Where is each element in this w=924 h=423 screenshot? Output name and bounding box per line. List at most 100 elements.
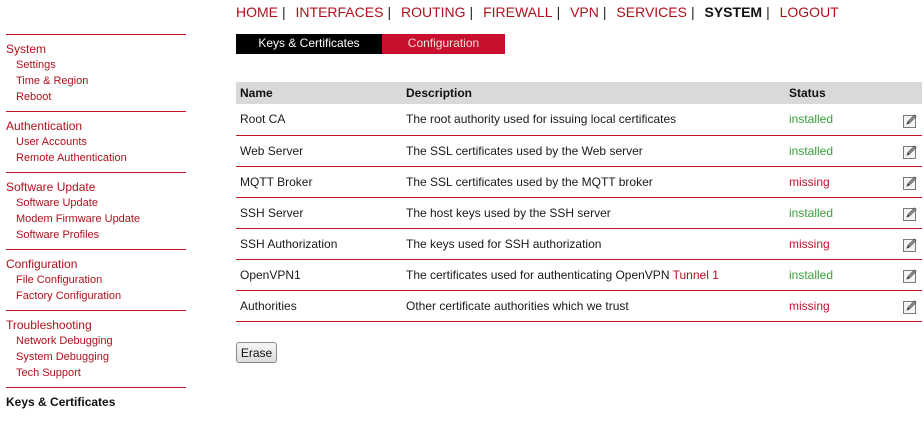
description-text: The SSL certificates used by the Web ser… xyxy=(406,143,643,158)
nav-separator: | xyxy=(690,4,695,20)
table-row: SSH Server The host keys used by the SSH … xyxy=(236,197,922,229)
sidebar-heading-system[interactable]: System xyxy=(6,41,186,57)
cell-name: OpenVPN1 xyxy=(236,259,402,291)
nav-separator: | xyxy=(556,4,561,20)
cell-name: Authorities xyxy=(236,290,402,322)
nav-separator: | xyxy=(766,4,770,20)
nav-separator: | xyxy=(469,4,474,20)
nav-firewall[interactable]: FIREWALL xyxy=(483,4,553,20)
cell-action xyxy=(885,197,922,229)
tab-configuration[interactable]: Configuration xyxy=(382,34,505,54)
table-row: Web Server The SSL certificates used by t… xyxy=(236,135,922,167)
nav-logout[interactable]: LOGOUT xyxy=(780,4,839,20)
description-link[interactable]: Tunnel 1 xyxy=(673,268,719,282)
column-header-status: Status xyxy=(785,82,885,104)
sidebar-item-file-configuration[interactable]: File Configuration xyxy=(6,272,186,288)
column-header-description: Description xyxy=(402,82,785,104)
edit-icon[interactable] xyxy=(902,175,918,191)
nav-services[interactable]: SERVICES xyxy=(616,4,687,20)
column-header-name: Name xyxy=(236,82,402,104)
sidebar-section-system: System Settings Time & Region Reboot xyxy=(6,34,186,111)
edit-icon[interactable] xyxy=(902,206,918,222)
sidebar-item-keys-certificates[interactable]: Keys & Certificates xyxy=(6,395,115,409)
table-row: Authorities Other certificate authorities… xyxy=(236,290,922,322)
nav-interfaces[interactable]: INTERFACES xyxy=(296,4,384,20)
table-header-row: Name Description Status xyxy=(236,82,922,104)
nav-home[interactable]: HOME xyxy=(236,4,278,20)
table-row: OpenVPN1 The certificates used for authen… xyxy=(236,259,922,291)
status-badge: missing xyxy=(785,166,885,198)
cell-name: MQTT Broker xyxy=(236,166,402,198)
edit-icon[interactable] xyxy=(902,268,918,284)
cell-description: The root authority used for issuing loca… xyxy=(402,104,785,136)
sidebar-heading-troubleshooting[interactable]: Troubleshooting xyxy=(6,317,186,333)
edit-icon[interactable] xyxy=(902,237,918,253)
sidebar-item-system-debugging[interactable]: System Debugging xyxy=(6,349,186,365)
cell-description: The keys used for SSH authorization xyxy=(402,228,785,260)
sidebar-item-software-update[interactable]: Software Update xyxy=(6,195,186,211)
cell-description: The SSL certificates used by the Web ser… xyxy=(402,135,785,167)
sidebar-section-authentication: Authentication User Accounts Remote Auth… xyxy=(6,111,186,172)
cell-name: SSH Authorization xyxy=(236,228,402,260)
cell-name: Root CA xyxy=(236,104,402,136)
sidebar-item-settings[interactable]: Settings xyxy=(6,57,186,73)
description-text: The SSL certificates used by the MQTT br… xyxy=(406,174,653,189)
cell-description: Other certificate authorities which we t… xyxy=(402,290,785,322)
description-text: The certificates used for authenticating… xyxy=(406,267,673,282)
status-badge: installed xyxy=(785,197,885,229)
table-row: MQTT Broker The SSL certificates used by … xyxy=(236,166,922,198)
edit-icon[interactable] xyxy=(902,113,918,129)
sidebar-heading-configuration[interactable]: Configuration xyxy=(6,256,186,272)
table-row: Root CA The root authority used for issui… xyxy=(236,104,922,136)
cell-description: The host keys used by the SSH server xyxy=(402,197,785,229)
table-row: SSH Authorization The keys used for SSH a… xyxy=(236,228,922,260)
status-badge: installed xyxy=(785,135,885,167)
cell-name: SSH Server xyxy=(236,197,402,229)
sidebar-heading-software-update[interactable]: Software Update xyxy=(6,179,186,195)
tab-keys-certificates[interactable]: Keys & Certificates xyxy=(236,34,382,54)
description-text: The host keys used by the SSH server xyxy=(406,205,611,220)
status-badge: installed xyxy=(785,259,885,291)
cell-name: Web Server xyxy=(236,135,402,167)
sidebar-item-network-debugging[interactable]: Network Debugging xyxy=(6,333,186,349)
cell-action xyxy=(885,104,922,136)
table-body: Root CA The root authority used for issui… xyxy=(236,104,922,322)
sidebar-item-remote-authentication[interactable]: Remote Authentication xyxy=(6,150,186,166)
nav-separator: | xyxy=(387,4,392,20)
sidebar-item-software-profiles[interactable]: Software Profiles xyxy=(6,227,186,243)
edit-icon[interactable] xyxy=(902,144,918,160)
description-text: The root authority used for issuing loca… xyxy=(406,112,677,127)
sidebar-item-factory-configuration[interactable]: Factory Configuration xyxy=(6,288,186,304)
nav-routing[interactable]: ROUTING xyxy=(401,4,466,20)
sidebar-heading-authentication[interactable]: Authentication xyxy=(6,118,186,134)
erase-button[interactable]: Erase xyxy=(236,342,277,363)
sidebar-section-troubleshooting: Troubleshooting Network Debugging System… xyxy=(6,310,186,387)
top-navigation: HOME | INTERFACES | ROUTING | FIREWALL | VPN… xyxy=(236,4,839,22)
column-header-actions xyxy=(885,82,922,104)
sidebar-section-software-update: Software Update Software Update Modem Fi… xyxy=(6,172,186,249)
sidebar-item-reboot[interactable]: Reboot xyxy=(6,89,186,105)
cell-description: The SSL certificates used by the MQTT br… xyxy=(402,166,785,198)
cell-action xyxy=(885,135,922,167)
cell-action xyxy=(885,166,922,198)
cell-action xyxy=(885,290,922,322)
sidebar-section-current: Keys & Certificates xyxy=(6,387,186,415)
cell-action xyxy=(885,259,922,291)
description-text: Other certificate authorities which we t… xyxy=(406,298,629,313)
status-badge: missing xyxy=(785,290,885,322)
nav-separator: | xyxy=(602,4,607,20)
certificates-table: Name Description Status Root CA The root … xyxy=(236,82,922,322)
sidebar: System Settings Time & Region Reboot Aut… xyxy=(6,34,186,415)
sidebar-item-time-region[interactable]: Time & Region xyxy=(6,73,186,89)
nav-system[interactable]: SYSTEM xyxy=(705,4,763,20)
sidebar-item-modem-firmware-update[interactable]: Modem Firmware Update xyxy=(6,211,186,227)
description-text: The keys used for SSH authorization xyxy=(406,236,602,251)
sidebar-item-user-accounts[interactable]: User Accounts xyxy=(6,134,186,150)
sidebar-section-configuration: Configuration File Configuration Factory… xyxy=(6,249,186,310)
status-badge: installed xyxy=(785,104,885,136)
nav-separator: | xyxy=(282,4,286,20)
status-badge: missing xyxy=(785,228,885,260)
nav-vpn[interactable]: VPN xyxy=(570,4,599,20)
sidebar-item-tech-support[interactable]: Tech Support xyxy=(6,365,186,381)
edit-icon[interactable] xyxy=(902,299,918,315)
